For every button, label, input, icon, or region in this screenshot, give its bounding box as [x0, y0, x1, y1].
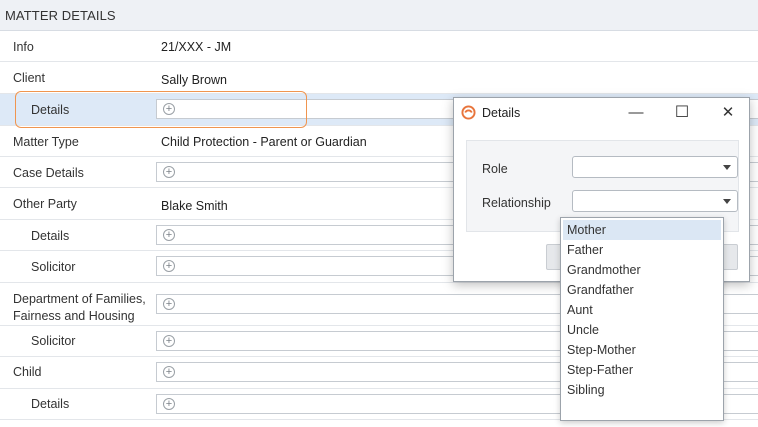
option-grandfather[interactable]: Grandfather — [563, 280, 721, 300]
option-step-father[interactable]: Step-Father — [563, 360, 721, 380]
plus-circle-icon[interactable]: + — [163, 298, 175, 310]
matter-details-header: MATTER DETAILS — [0, 0, 758, 31]
relationship-combobox[interactable] — [572, 190, 738, 212]
row-label: Solicitor — [31, 334, 76, 348]
row-label: Solicitor — [31, 260, 76, 274]
role-label: Role — [482, 162, 508, 176]
option-grandmother[interactable]: Grandmother — [563, 260, 721, 280]
section-title: MATTER DETAILS — [5, 8, 116, 23]
plus-circle-icon[interactable]: + — [163, 229, 175, 241]
option-father[interactable]: Father — [563, 240, 721, 260]
option-aunt[interactable]: Aunt — [563, 300, 721, 320]
plus-circle-icon[interactable]: + — [163, 366, 175, 378]
row-label: Matter Type — [13, 135, 79, 149]
row-label: Details — [31, 229, 70, 243]
row-label: Details — [31, 103, 70, 117]
chevron-down-icon[interactable] — [723, 165, 731, 170]
row-label: Client — [13, 71, 45, 85]
row-label: Other Party — [13, 197, 77, 211]
row-label: Case Details — [13, 166, 84, 180]
plus-circle-icon[interactable]: + — [163, 260, 175, 272]
role-combobox[interactable] — [572, 156, 738, 178]
plus-circle-icon[interactable]: + — [163, 398, 175, 410]
row-label: Details — [31, 397, 70, 411]
option-uncle[interactable]: Uncle — [563, 320, 721, 340]
chevron-down-icon[interactable] — [723, 199, 731, 204]
client-value: Sally Brown — [161, 73, 227, 87]
minimize-icon[interactable]: — — [627, 104, 645, 122]
row-client: Client Sally Brown — [0, 62, 758, 94]
option-step-mother[interactable]: Step-Mother — [563, 340, 721, 360]
relationship-label: Relationship — [482, 196, 551, 210]
relationship-dropdown-list: Mother Father Grandmother Grandfather Au… — [560, 217, 724, 421]
dialog-title: Details — [482, 106, 521, 120]
plus-circle-icon[interactable]: + — [163, 166, 175, 178]
department-label-line2: Fairness and Housing — [13, 309, 135, 323]
row-label: Info — [13, 40, 34, 54]
row-info: Info 21/XXX - JM — [0, 31, 758, 62]
option-sibling[interactable]: Sibling — [563, 380, 721, 400]
plus-circle-icon[interactable]: + — [163, 103, 175, 115]
matter-type-value: Child Protection - Parent or Guardian — [161, 135, 367, 149]
option-mother[interactable]: Mother — [563, 220, 721, 240]
row-label: Child — [13, 365, 42, 379]
department-label-line1: Department of Families, — [13, 292, 146, 306]
app-logo-icon — [461, 105, 476, 120]
maximize-icon[interactable]: ☐ — [673, 104, 691, 122]
other-party-value: Blake Smith — [161, 199, 228, 213]
plus-circle-icon[interactable]: + — [163, 335, 175, 347]
dialog-titlebar[interactable]: Details — ☐ ✕ — [454, 98, 749, 128]
close-icon[interactable]: ✕ — [719, 104, 737, 122]
info-value: 21/XXX - JM — [161, 40, 232, 54]
